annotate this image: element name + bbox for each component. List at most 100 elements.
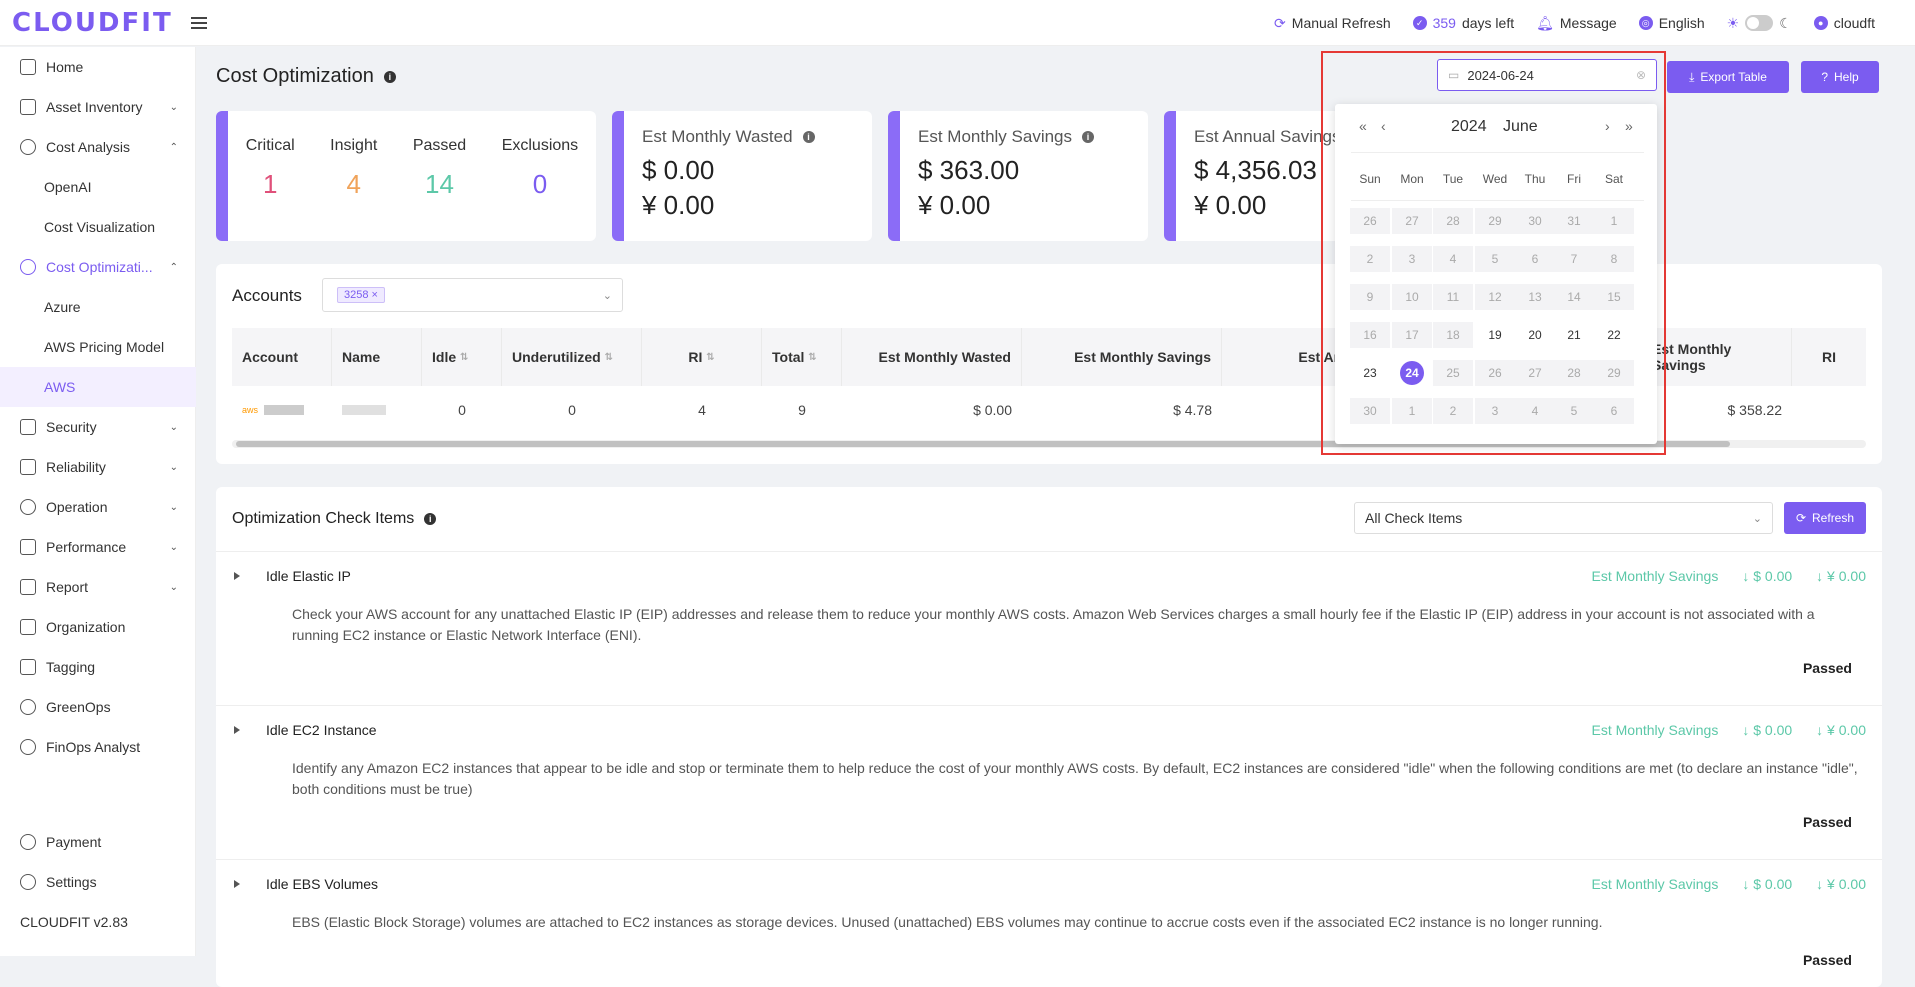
chevron-down-icon: ⌄ [169,461,178,473]
calendar-day[interactable]: 21 [1554,322,1594,348]
sidebar-item-aws-pricing-model[interactable]: AWS Pricing Model [0,327,196,367]
refresh-icon: ⟳ [1274,14,1286,31]
sidebar-item-performance[interactable]: Performance ⌄ [0,527,196,567]
sidebar-item-cost-analysis[interactable]: Cost Analysis ⌃ [0,127,196,167]
check-items-select[interactable]: All Check Items ⌄ [1354,502,1773,534]
exclusions-stat[interactable]: Exclusions 0 [502,137,578,200]
sidebar-item-openai[interactable]: OpenAI [0,167,196,207]
sidebar-item-asset-inventory[interactable]: Asset Inventory ⌄ [0,87,196,127]
next-year-icon[interactable]: » [1625,118,1633,134]
check-item-row[interactable]: Idle EC2 Instance Est Monthly Savings ↓ $… [216,705,1882,859]
calendar-day: 9 [1350,284,1390,310]
critical-stat[interactable]: Critical 1 [246,137,295,200]
sidebar-item-azure[interactable]: Azure [0,287,196,327]
chevron-down-icon: ⌄ [169,501,178,513]
info-icon[interactable]: i [802,131,815,143]
performance-icon [20,539,36,555]
calendar-day[interactable]: 20 [1515,322,1555,348]
sidebar-item-settings[interactable]: Settings [0,862,196,902]
user-icon: ● [1813,16,1828,30]
datepicker-year[interactable]: 2024 [1451,118,1487,136]
sort-icon[interactable]: ⇅ [706,352,714,363]
calendar-day: 10 [1392,284,1432,310]
name-cell [332,386,422,434]
col-idle[interactable]: Idle ⇅ [422,328,502,386]
check-item-row[interactable]: Idle EBS Volumes Est Monthly Savings ↓ $ … [216,859,1882,987]
savings-cny: ↓ ¥ 0.00 [1816,876,1866,892]
sidebar: Home Asset Inventory ⌄ Cost Analysis ⌃ Ope… [0,47,196,956]
message-button[interactable]: 🔔︎ Message [1536,15,1617,32]
calendar-day[interactable]: 23 [1350,360,1390,386]
calendar-day: 17 [1392,322,1432,348]
info-icon[interactable]: i [383,70,396,83]
sort-icon[interactable]: ⇅ [808,352,816,363]
sidebar-item-cost-visualization[interactable]: Cost Visualization [0,207,196,247]
check-item-description: EBS (Elastic Block Storage) volumes are … [292,914,1603,930]
exclusions-label: Exclusions [501,137,579,154]
datepicker-popup: « ‹ 2024 June › » Sun Mon Tue Wed Thu Fr… [1335,104,1657,444]
sort-icon[interactable]: ⇅ [460,352,468,363]
passed-count: 14 [425,169,454,199]
calendar-day: 11 [1433,284,1473,310]
col-total-label: Total [772,349,805,365]
check-items-title: Optimization Check Items [232,510,415,527]
chevron-down-icon: ⌄ [169,541,178,553]
date-input[interactable]: ▭ 2024-06-24 ⊗ [1437,59,1657,91]
sidebar-item-home[interactable]: Home [0,47,196,87]
sidebar-item-report[interactable]: Report ⌄ [0,567,196,607]
expand-arrow-icon[interactable] [234,572,240,580]
sidebar-item-label: Asset Inventory [46,99,143,115]
sidebar-item-cost-optimization[interactable]: Cost Optimizati... ⌃ [0,247,196,287]
exclusions-count: 0 [532,169,548,199]
calendar-day[interactable]: 24 [1392,360,1432,386]
savings-summary: Est Monthly Savings ↓ $ 0.00 ↓ ¥ 0.00 [1592,568,1867,584]
datepicker-month[interactable]: June [1503,118,1538,136]
calendar-day: 28 [1433,208,1473,234]
prev-month-icon[interactable]: ‹ [1381,118,1386,134]
sidebar-item-greenops[interactable]: GreenOps [0,687,196,727]
calendar-day: 8 [1594,246,1634,272]
calendar-day[interactable]: 19 [1475,322,1515,348]
info-icon[interactable]: i [424,513,437,525]
clear-icon[interactable]: ⊗ [1636,68,1646,82]
help-button[interactable]: ? Help [1801,61,1879,93]
col-total[interactable]: Total ⇅ [762,328,842,386]
col-underutilized[interactable]: Underutilized ⇅ [502,328,642,386]
expand-arrow-icon[interactable] [234,726,240,734]
sidebar-item-operation[interactable]: Operation ⌄ [0,487,196,527]
col-ri[interactable]: RI ⇅ [642,328,762,386]
theme-switch[interactable]: ☀ ☾ [1727,15,1792,32]
sidebar-item-reliability[interactable]: Reliability ⌄ [0,447,196,487]
passed-stat[interactable]: Passed 14 [413,137,466,200]
account-tag: 3258 × [337,287,385,303]
sidebar-item-security[interactable]: Security ⌄ [0,407,196,447]
refresh-button[interactable]: ⟳ Refresh [1784,502,1866,534]
sidebar-item-payment[interactable]: Payment [0,822,196,862]
user-menu[interactable]: ● cloudft [1813,15,1875,31]
expand-arrow-icon[interactable] [234,880,240,888]
close-icon[interactable]: × [372,289,378,301]
globe-icon: ◎ [1638,16,1653,30]
calendar-day: 2 [1350,246,1390,272]
check-item-row[interactable]: Idle Elastic IP Est Monthly Savings ↓ $ 0… [216,551,1882,705]
theme-toggle[interactable] [1745,15,1774,31]
language-button[interactable]: ◎ English [1638,15,1705,31]
manual-refresh-button[interactable]: ⟳ Manual Refresh [1274,15,1391,32]
accounts-select[interactable]: 3258 × ⌄ [322,278,623,312]
export-table-button[interactable]: ⤓ Export Table [1667,61,1789,93]
username: cloudft [1833,15,1875,31]
menu-toggle-icon[interactable] [190,16,207,29]
prev-year-icon[interactable]: « [1359,118,1367,134]
sidebar-item-tagging[interactable]: Tagging [0,647,196,687]
sort-icon[interactable]: ⇅ [605,352,613,363]
help-label: Help [1834,70,1859,84]
next-month-icon[interactable]: › [1605,118,1610,134]
aws-logo-icon: aws [242,405,259,415]
sidebar-item-finops-analyst[interactable]: FinOps Analyst [0,727,196,767]
info-icon[interactable]: i [1082,131,1095,143]
insight-stat[interactable]: Insight 4 [330,137,377,200]
calendar-icon: ▭ [1448,68,1460,82]
calendar-day[interactable]: 22 [1594,322,1634,348]
sidebar-item-organization[interactable]: Organization [0,607,196,647]
sidebar-item-aws[interactable]: AWS [0,367,196,407]
